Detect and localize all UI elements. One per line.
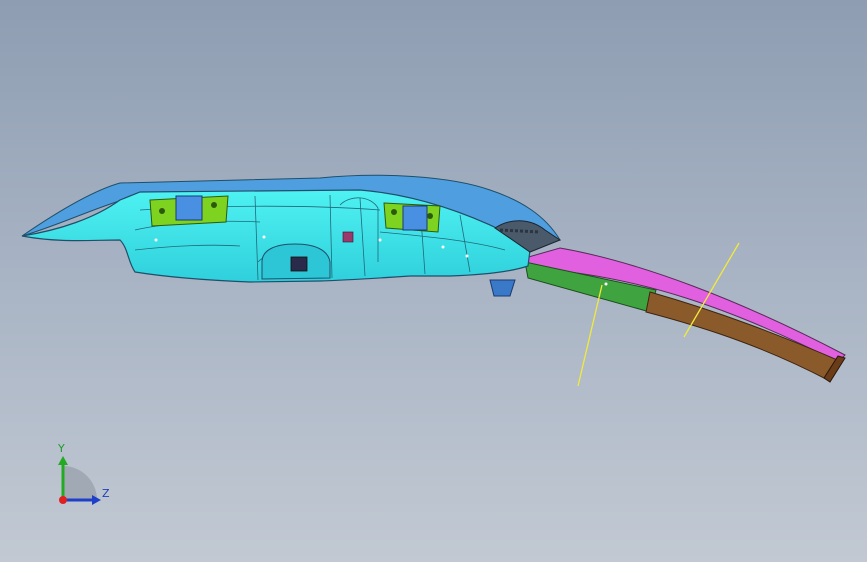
bracket-right[interactable] bbox=[383, 202, 441, 233]
cad-3d-viewport[interactable]: Y Z bbox=[0, 0, 867, 562]
guide-line-left bbox=[577, 284, 603, 387]
bracket-left[interactable] bbox=[149, 195, 229, 227]
rail-assembly[interactable] bbox=[524, 247, 846, 383]
y-axis-label: Y bbox=[58, 442, 65, 455]
grid-marker bbox=[342, 231, 354, 243]
rail-brown-segment bbox=[645, 291, 843, 381]
cad-part-model[interactable] bbox=[0, 0, 867, 562]
z-axis-label: Z bbox=[102, 487, 110, 500]
recess-tab bbox=[290, 256, 308, 272]
lower-mount bbox=[489, 279, 516, 297]
